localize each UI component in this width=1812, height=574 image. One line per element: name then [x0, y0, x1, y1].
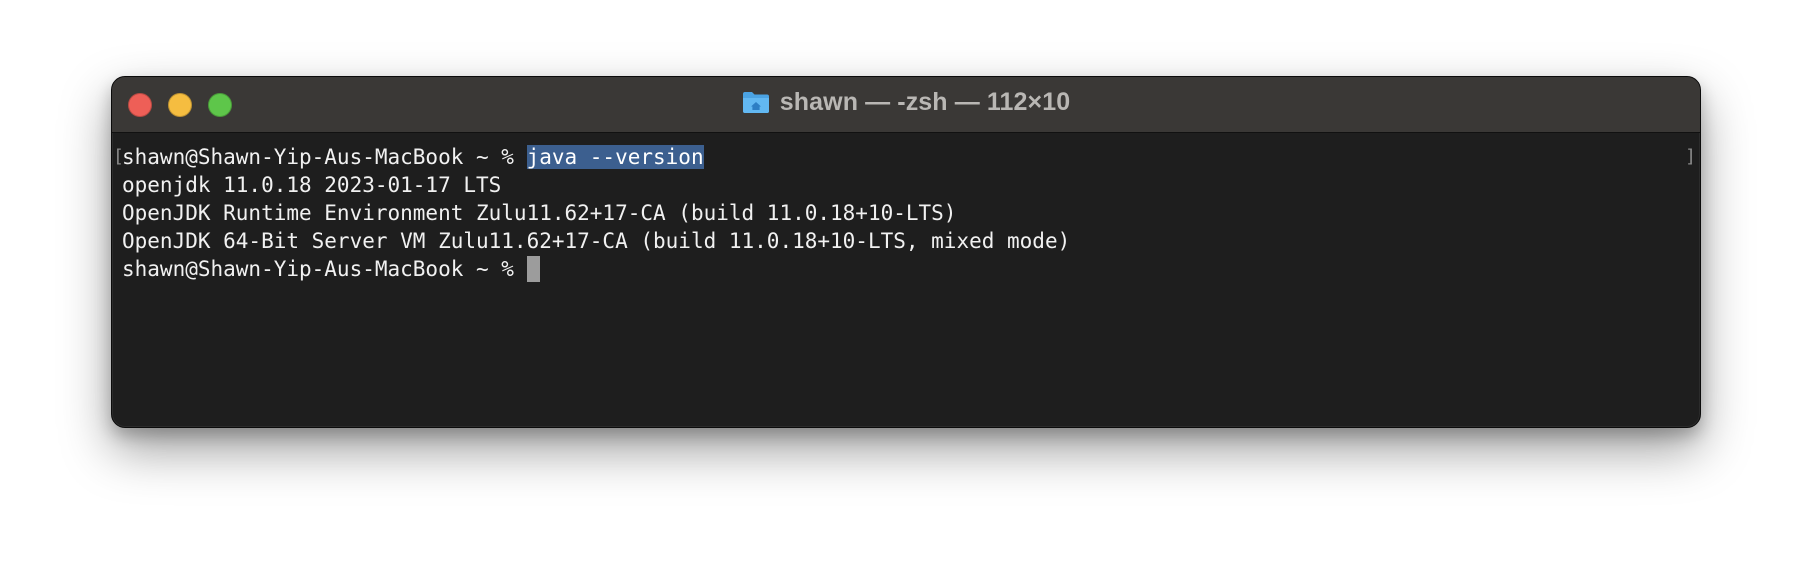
terminal-window: shawn — -zsh — 112×10 [ ] shawn@Shawn-Yi… [111, 76, 1701, 428]
selected-command[interactable]: java --version [526, 145, 704, 169]
desktop-background: shawn — -zsh — 112×10 [ ] shawn@Shawn-Yi… [0, 0, 1812, 574]
window-title: shawn — -zsh — 112×10 [112, 87, 1700, 117]
current-prompt: shawn@Shawn-Yip-Aus-MacBook ~ % [122, 257, 527, 281]
title-bar[interactable]: shawn — -zsh — 112×10 [112, 77, 1700, 133]
output-line: openjdk 11.0.18 2023-01-17 LTS [122, 173, 502, 197]
output-line: OpenJDK Runtime Environment Zulu11.62+17… [122, 201, 957, 225]
current-prompt-line[interactable]: shawn@Shawn-Yip-Aus-MacBook ~ % [122, 255, 540, 283]
text-cursor [526, 256, 540, 282]
window-title-text: shawn — -zsh — 112×10 [779, 88, 1071, 116]
terminal-content[interactable]: [ ] shawn@Shawn-Yip-Aus-MacBook ~ % java… [112, 133, 1700, 427]
mark-right: ] [1685, 146, 1696, 167]
folder-home-icon [742, 92, 769, 113]
command-line: shawn@Shawn-Yip-Aus-MacBook ~ % java --v… [122, 143, 704, 171]
prompt: shawn@Shawn-Yip-Aus-MacBook ~ % [122, 145, 527, 169]
output-line: OpenJDK 64-Bit Server VM Zulu11.62+17-CA… [122, 229, 1071, 253]
